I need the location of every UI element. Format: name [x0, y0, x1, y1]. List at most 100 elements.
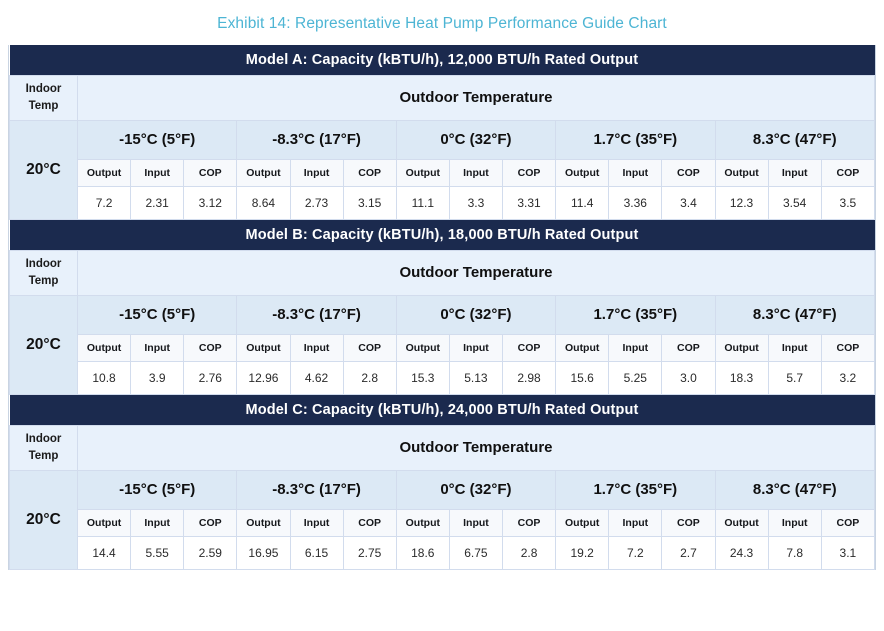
indoor-temp-header-line2: Temp: [28, 274, 59, 287]
table-row: Indoor Temp Outdoor Temperature: [9, 424, 875, 471]
data-cell: 3.15: [342, 185, 397, 220]
metric-header-output: Output: [555, 333, 610, 362]
metric-header-cop: COP: [183, 333, 238, 362]
metric-header-input: Input: [448, 333, 504, 362]
metric-header-cop: COP: [342, 508, 397, 537]
data-cell: 2.73: [289, 185, 344, 220]
data-cell: 3.4: [661, 185, 716, 220]
metric-header-cop: COP: [661, 158, 716, 187]
data-cell: 2.98: [501, 360, 557, 395]
metric-header-cop: COP: [661, 508, 716, 537]
metric-header-output: Output: [714, 333, 769, 362]
metric-header-cop: COP: [820, 508, 876, 537]
data-cell: 2.76: [183, 360, 238, 395]
indoor-temp-value: 20°C: [9, 294, 78, 395]
exhibit-page: Exhibit 14: Representative Heat Pump Per…: [0, 0, 884, 631]
data-cell: 7.2: [608, 535, 663, 570]
metric-header-cop: COP: [342, 333, 397, 362]
model-a-banner-title: Model A: Capacity (kBTU/h), 12,000 BTU/h…: [9, 44, 875, 76]
metric-header-input: Input: [448, 158, 504, 187]
metric-header-input: Input: [608, 508, 663, 537]
table-row: Model C: Capacity (kBTU/h), 24,000 BTU/h…: [9, 394, 875, 426]
metric-header-input: Input: [289, 158, 344, 187]
outdoor-temp-col-2: 0°C (32°F): [395, 119, 557, 160]
metric-header-cop: COP: [501, 333, 557, 362]
data-cell: 19.2: [555, 535, 610, 570]
table-row: 14.4 5.55 2.59 16.95 6.15 2.75 18.6 6.75…: [10, 535, 876, 570]
data-cell: 5.7: [767, 360, 822, 395]
metric-header-output: Output: [236, 333, 291, 362]
data-cell: 3.1: [820, 535, 876, 570]
indoor-temp-header-line2: Temp: [28, 99, 59, 112]
metric-header-cop: COP: [820, 158, 876, 187]
indoor-temp-header-line1: Indoor: [25, 82, 62, 95]
data-cell: 5.25: [608, 360, 663, 395]
metric-header-cop: COP: [183, 158, 238, 187]
data-cell: 18.3: [714, 360, 769, 395]
metric-header-output: Output: [555, 508, 610, 537]
data-cell: 24.3: [714, 535, 769, 570]
metric-header-cop: COP: [661, 333, 716, 362]
data-cell: 5.13: [448, 360, 504, 395]
indoor-temp-header: Indoor Temp: [9, 74, 78, 121]
data-cell: 10.8: [76, 360, 132, 395]
data-cell: 6.15: [289, 535, 344, 570]
metric-header-cop: COP: [501, 158, 557, 187]
metric-header-output: Output: [714, 158, 769, 187]
outdoor-temp-col-3: 1.7°C (35°F): [555, 469, 716, 510]
outdoor-temp-col-2: 0°C (32°F): [395, 294, 557, 335]
data-cell: 7.2: [76, 185, 132, 220]
data-cell: 4.62: [289, 360, 344, 395]
model-c-banner-title: Model C: Capacity (kBTU/h), 24,000 BTU/h…: [9, 394, 875, 426]
outdoor-temp-col-0: -15°C (5°F): [76, 294, 238, 335]
outdoor-temp-col-1: -8.3°C (17°F): [236, 294, 397, 335]
data-cell: 18.6: [395, 535, 450, 570]
metric-header-output: Output: [555, 158, 610, 187]
outdoor-temperature-header: Outdoor Temperature: [77, 74, 875, 121]
data-cell: 3.9: [130, 360, 185, 395]
table-row: 20°C -15°C (5°F) -8.3°C (17°F) 0°C (32°F…: [9, 294, 875, 395]
data-cell: 2.8: [342, 360, 397, 395]
data-cell: 11.1: [395, 185, 450, 220]
outdoor-temperature-header: Outdoor Temperature: [77, 424, 875, 471]
metric-header-output: Output: [395, 333, 450, 362]
data-cell: 3.2: [820, 360, 876, 395]
table-row: Model B: Capacity (kBTU/h), 18,000 BTU/h…: [9, 219, 875, 251]
outdoor-temp-col-0: -15°C (5°F): [76, 119, 238, 160]
table-row: Indoor Temp Outdoor Temperature: [9, 249, 875, 296]
metric-header-cop: COP: [183, 508, 238, 537]
performance-tables-container: Model A: Capacity (kBTU/h), 12,000 BTU/h…: [8, 44, 876, 570]
metric-header-input: Input: [608, 333, 663, 362]
data-cell: 7.8: [767, 535, 822, 570]
data-cell: 12.3: [714, 185, 769, 220]
outdoor-temp-col-3: 1.7°C (35°F): [555, 294, 716, 335]
metric-header-output: Output: [395, 158, 450, 187]
data-cell: 2.31: [130, 185, 185, 220]
data-cell: 11.4: [555, 185, 610, 220]
data-cell: 8.64: [236, 185, 291, 220]
outdoor-temperature-header: Outdoor Temperature: [77, 249, 875, 296]
table-row: 10.8 3.9 2.76 12.96 4.62 2.8 15.3 5.13 2…: [10, 360, 876, 395]
metric-header-input: Input: [130, 158, 185, 187]
table-row: 7.2 2.31 3.12 8.64 2.73 3.15 11.1 3.3 3.…: [10, 185, 876, 220]
data-cell: 2.8: [501, 535, 557, 570]
model-a-table: Model A: Capacity (kBTU/h), 12,000 BTU/h…: [9, 44, 876, 220]
indoor-temp-value: 20°C: [9, 469, 78, 570]
indoor-temp-header-line2: Temp: [28, 449, 59, 462]
page-title: Exhibit 14: Representative Heat Pump Per…: [217, 15, 667, 32]
outdoor-temp-col-1: -8.3°C (17°F): [236, 469, 397, 510]
table-row: 20°C -15°C (5°F) -8.3°C (17°F) 0°C (32°F…: [9, 469, 875, 570]
data-cell: 16.95: [236, 535, 291, 570]
outdoor-temp-col-4: 8.3°C (47°F): [714, 294, 875, 335]
data-cell: 2.75: [342, 535, 397, 570]
outdoor-temp-col-4: 8.3°C (47°F): [714, 469, 875, 510]
data-cell: 5.55: [130, 535, 185, 570]
indoor-temp-value: 20°C: [9, 119, 78, 220]
data-cell: 2.59: [183, 535, 238, 570]
table-row: Output Input COP Output Input COP Output…: [10, 508, 876, 537]
model-b-banner-title: Model B: Capacity (kBTU/h), 18,000 BTU/h…: [9, 219, 875, 251]
table-row: 20°C -15°C (5°F) -8.3°C (17°F) 0°C (32°F…: [9, 119, 875, 220]
data-cell: 15.3: [395, 360, 450, 395]
outdoor-temp-col-4: 8.3°C (47°F): [714, 119, 875, 160]
metric-header-input: Input: [767, 508, 822, 537]
